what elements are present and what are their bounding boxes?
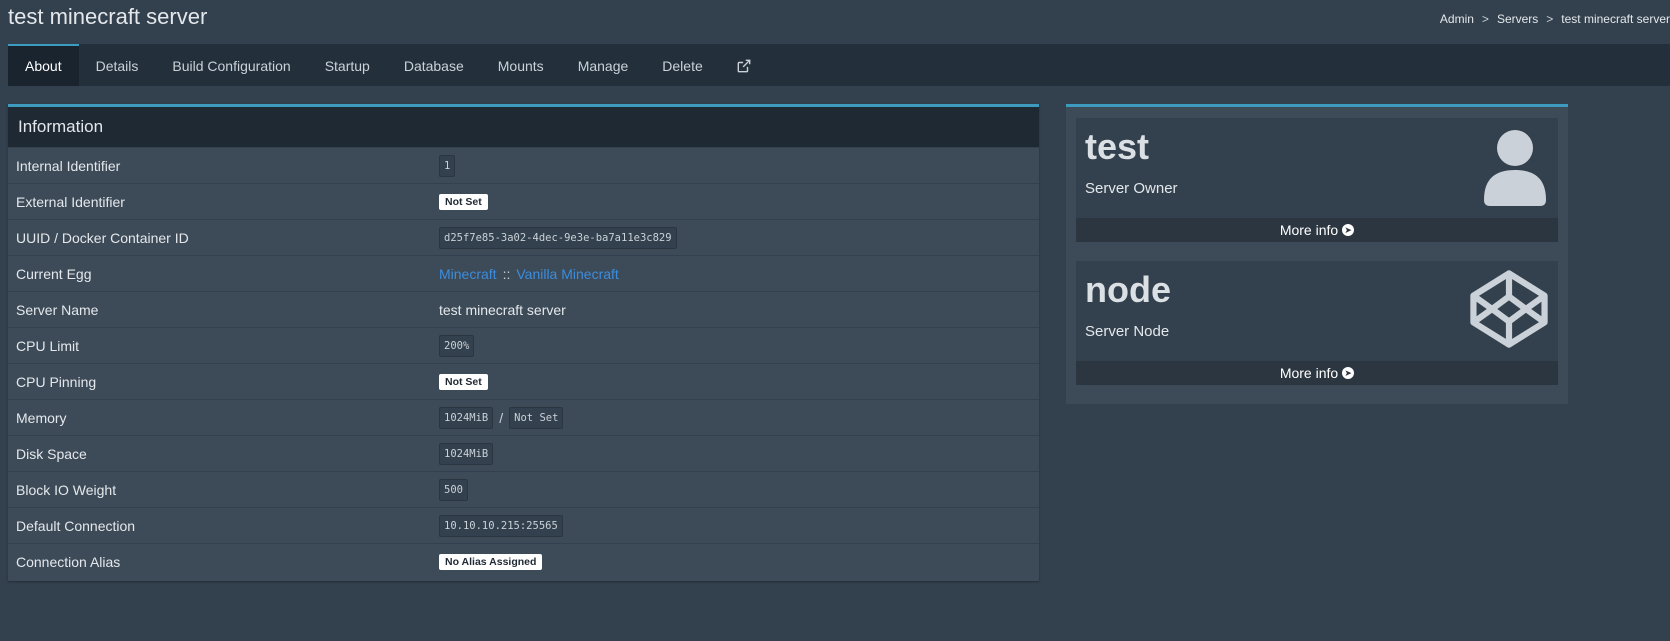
- row-label: Disk Space: [16, 445, 87, 462]
- breadcrumb-separator: >: [1481, 12, 1489, 26]
- owner-name: test: [1085, 126, 1150, 167]
- row-label: External Identifier: [16, 193, 125, 210]
- tab-manage[interactable]: Manage: [561, 44, 646, 86]
- row-server-name: Server Name test minecraft server: [8, 291, 1039, 327]
- page-title: test minecraft server: [8, 4, 208, 29]
- tab-build-configuration[interactable]: Build Configuration: [155, 44, 307, 86]
- user-icon: [1484, 130, 1546, 206]
- tab-startup[interactable]: Startup: [308, 44, 387, 86]
- nest-link[interactable]: Minecraft: [439, 266, 497, 282]
- row-current-egg: Current Egg Minecraft :: Vanilla Minecra…: [8, 255, 1039, 291]
- tab-external-link[interactable]: [720, 44, 768, 86]
- side-panel: test Server Owner More info ➤ node Serve…: [1066, 104, 1568, 404]
- block-io-value: 500: [439, 478, 468, 501]
- row-internal-identifier: Internal Identifier 1: [8, 147, 1039, 183]
- breadcrumb: Admin > Servers > test minecraft server: [1440, 12, 1670, 26]
- row-label: Internal Identifier: [16, 157, 121, 174]
- tab-delete[interactable]: Delete: [645, 44, 719, 86]
- swap-value: Not Set: [509, 406, 564, 429]
- row-label: CPU Limit: [16, 337, 80, 354]
- information-title: Information: [8, 107, 1039, 147]
- owner-caption: Server Owner: [1085, 180, 1178, 197]
- row-cpu-limit: CPU Limit 200%: [8, 327, 1039, 363]
- no-alias-badge: No Alias Assigned: [439, 553, 543, 570]
- arrow-circle-right-icon: ➤: [1342, 224, 1355, 236]
- egg-separator: ::: [502, 265, 511, 282]
- memory-value: 1024MiB: [439, 406, 494, 429]
- breadcrumb-current: test minecraft server: [1561, 12, 1670, 26]
- disk-value: 1024MiB: [439, 442, 494, 465]
- cpu-limit-value: 200%: [439, 334, 475, 357]
- row-label: Default Connection: [16, 517, 136, 534]
- row-memory: Memory 1024MiB / Not Set: [8, 399, 1039, 435]
- codepen-icon: [1470, 270, 1548, 348]
- row-default-connection: Default Connection 10.10.10.215:25565: [8, 507, 1039, 543]
- row-label: Server Name: [16, 301, 99, 318]
- node-name: node: [1085, 269, 1171, 310]
- more-info-label: More info: [1279, 365, 1339, 381]
- breadcrumb-servers[interactable]: Servers: [1497, 12, 1538, 26]
- memory-separator: /: [499, 409, 504, 426]
- node-caption: Server Node: [1085, 323, 1170, 340]
- row-label: Memory: [16, 409, 67, 426]
- row-external-identifier: External Identifier Not Set: [8, 183, 1039, 219]
- tab-details[interactable]: Details: [79, 44, 156, 86]
- uuid-value: d25f7e85-3a02-4dec-9e3e-ba7a11e3c829: [439, 226, 677, 249]
- more-info-label: More info: [1279, 222, 1339, 238]
- row-disk-space: Disk Space 1024MiB: [8, 435, 1039, 471]
- not-set-badge: Not Set: [439, 193, 488, 210]
- external-link-icon: [737, 59, 751, 73]
- breadcrumb-admin[interactable]: Admin: [1440, 12, 1474, 26]
- row-cpu-pinning: CPU Pinning Not Set: [8, 363, 1039, 399]
- tab-mounts[interactable]: Mounts: [481, 44, 561, 86]
- row-connection-alias: Connection Alias No Alias Assigned: [8, 543, 1039, 579]
- not-set-badge: Not Set: [439, 373, 488, 390]
- row-label: Connection Alias: [16, 553, 121, 570]
- node-box: node Server Node More info ➤: [1076, 261, 1558, 385]
- internal-id-value: 1: [439, 154, 456, 177]
- information-panel: Information Internal Identifier 1 Extern…: [8, 104, 1039, 581]
- breadcrumb-separator: >: [1546, 12, 1554, 26]
- node-more-info-link[interactable]: More info ➤: [1076, 361, 1558, 385]
- row-label: UUID / Docker Container ID: [16, 229, 189, 246]
- default-connection-value: 10.10.10.215:25565: [439, 514, 563, 537]
- arrow-circle-right-icon: ➤: [1342, 367, 1355, 379]
- tab-about[interactable]: About: [8, 44, 79, 86]
- owner-box: test Server Owner More info ➤: [1076, 118, 1558, 242]
- owner-more-info-link[interactable]: More info ➤: [1076, 218, 1558, 242]
- row-label: Block IO Weight: [16, 481, 117, 498]
- tab-database[interactable]: Database: [387, 44, 481, 86]
- row-label: CPU Pinning: [16, 373, 97, 390]
- row-block-io: Block IO Weight 500: [8, 471, 1039, 507]
- server-tabs: About Details Build Configuration Startu…: [8, 44, 1670, 86]
- egg-link[interactable]: Vanilla Minecraft: [516, 266, 618, 282]
- row-uuid: UUID / Docker Container ID d25f7e85-3a02…: [8, 219, 1039, 255]
- row-label: Current Egg: [16, 265, 92, 282]
- server-name-value: test minecraft server: [439, 301, 566, 318]
